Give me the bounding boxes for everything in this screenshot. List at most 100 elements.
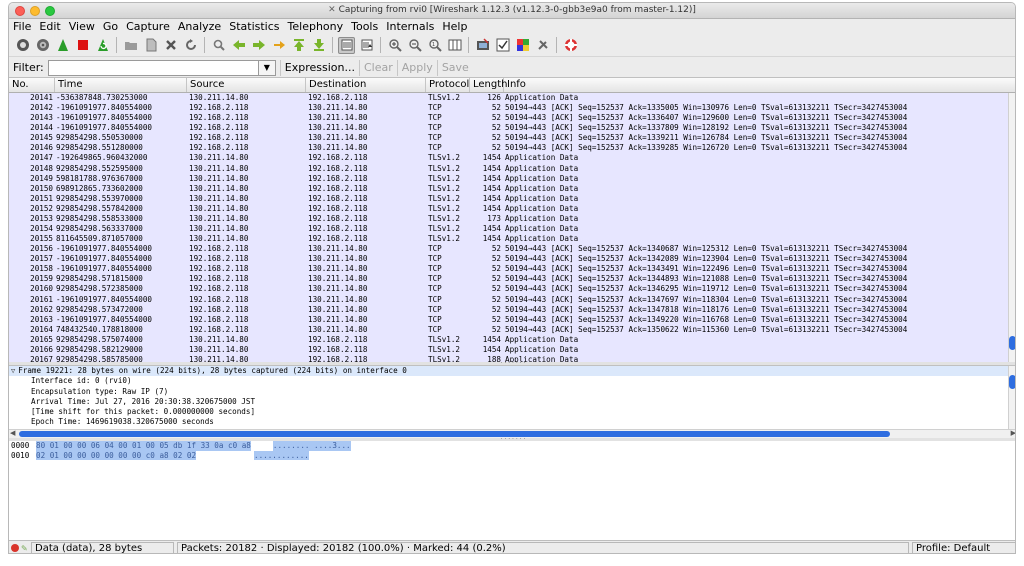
menu-internals[interactable]: Internals xyxy=(386,20,434,33)
go-to-packet-icon[interactable] xyxy=(270,37,287,54)
packet-row[interactable]: 20148 929854298.552595000 130.211.14.80 192… xyxy=(9,163,1015,174)
last-packet-icon[interactable] xyxy=(310,37,327,54)
menu-statistics[interactable]: Statistics xyxy=(229,20,279,33)
packet-row[interactable]: 20158 -1961091977.840554000 192.168.2.118 1… xyxy=(9,264,1015,275)
reload-icon[interactable] xyxy=(182,37,199,54)
menu-file[interactable]: File xyxy=(13,20,31,33)
column-header-time[interactable]: Time xyxy=(55,78,187,92)
frame-tree-item[interactable]: ▽ Frame 19221: 28 bytes on wire (224 bits… xyxy=(9,366,1015,377)
scroll-right-icon[interactable]: ▶ xyxy=(1011,429,1015,437)
menu-edit[interactable]: Edit xyxy=(39,20,60,33)
packet-row[interactable]: 20146 929854298.551280000 192.168.2.118 130… xyxy=(9,143,1015,154)
apply-button[interactable]: Apply xyxy=(396,59,437,76)
display-filters-icon[interactable] xyxy=(494,37,511,54)
detail-line[interactable]: Epoch Time: 1469619038.320675000 seconds xyxy=(9,417,1015,427)
packet-row[interactable]: 20161 -1961091977.840554000 192.168.2.118 1… xyxy=(9,294,1015,305)
menu-help[interactable]: Help xyxy=(442,20,467,33)
detail-line[interactable]: Encapsulation type: Raw IP (7) xyxy=(9,387,1015,397)
packet-row[interactable]: 20163 -1961091977.840554000 192.168.2.118 1… xyxy=(9,314,1015,325)
start-capture-icon[interactable] xyxy=(54,37,71,54)
detail-line[interactable]: Arrival Time: Jul 27, 2016 20:30:38.3206… xyxy=(9,397,1015,407)
find-icon[interactable] xyxy=(210,37,227,54)
packet-row[interactable]: 20164 748432540.178818000 192.168.2.118 130… xyxy=(9,324,1015,335)
status-profile[interactable]: Profile: Default xyxy=(912,541,1015,553)
column-header-length[interactable]: Length xyxy=(470,78,508,92)
restart-capture-icon[interactable] xyxy=(94,37,111,54)
bytes-hex[interactable]: 80 01 00 00 06 04 00 01 00 05 db 1f 33 0… xyxy=(36,441,251,451)
packet-list-scrollbar[interactable] xyxy=(1008,93,1015,363)
menu-view[interactable]: View xyxy=(69,20,95,33)
zoom-in-icon[interactable] xyxy=(386,37,403,54)
cell-destination: 130.211.14.80 xyxy=(308,274,368,284)
stop-capture-icon[interactable] xyxy=(74,37,91,54)
first-packet-icon[interactable] xyxy=(290,37,307,54)
clear-button[interactable]: Clear xyxy=(358,59,397,76)
packet-row[interactable]: 20155 811645509.871057000 130.211.14.80 192… xyxy=(9,234,1015,245)
expanded-triangle-icon[interactable]: ▽ xyxy=(11,366,15,376)
normal-size-icon[interactable]: 1 xyxy=(426,37,443,54)
column-header-no[interactable]: No. xyxy=(9,78,55,92)
packet-row[interactable]: 20147 -192649865.960432000 130.211.14.80 19… xyxy=(9,153,1015,164)
interfaces-icon[interactable] xyxy=(14,37,31,54)
menu-telephony[interactable]: Telephony xyxy=(288,20,344,33)
detail-line[interactable]: Interface id: 0 (rvi0) xyxy=(9,376,1015,386)
packet-row[interactable]: 20154 929854298.563337000 130.211.14.80 192… xyxy=(9,224,1015,235)
cell-no: 20163 xyxy=(30,314,53,324)
resize-columns-icon[interactable] xyxy=(446,37,463,54)
scroll-left-icon[interactable]: ◀ xyxy=(10,429,15,437)
column-header-info[interactable]: Info xyxy=(504,78,1015,92)
forward-icon[interactable] xyxy=(250,37,267,54)
help-icon[interactable] xyxy=(562,37,579,54)
packet-row[interactable]: 20160 929854298.572385000 192.168.2.118 130… xyxy=(9,284,1015,295)
horizontal-scroll-thumb[interactable] xyxy=(19,431,890,437)
column-header-destination[interactable]: Destination xyxy=(306,78,426,92)
menu-tools[interactable]: Tools xyxy=(351,20,378,33)
packet-row[interactable]: 20156 -1961091977.840554000 192.168.2.118 1… xyxy=(9,244,1015,255)
cell-length: 1454 xyxy=(482,153,501,163)
menu-capture[interactable]: Capture xyxy=(126,20,170,33)
packet-row[interactable]: 20144 -1961091977.840554000 192.168.2.118 1… xyxy=(9,123,1015,134)
packet-row[interactable]: 20157 -1961091977.840554000 192.168.2.118 1… xyxy=(9,254,1015,265)
back-icon[interactable] xyxy=(230,37,247,54)
packet-list-scroll-thumb[interactable] xyxy=(1009,336,1015,350)
packet-row[interactable]: 20165 929854298.575074000 130.211.14.80 192… xyxy=(9,334,1015,345)
autoscroll-icon[interactable] xyxy=(358,37,375,54)
column-header-source[interactable]: Source xyxy=(187,78,306,92)
filter-history-dropdown[interactable]: ▼ xyxy=(258,59,276,76)
filter-input[interactable] xyxy=(47,59,259,76)
menu-go[interactable]: Go xyxy=(103,20,118,33)
details-scroll-thumb[interactable] xyxy=(1009,375,1015,389)
packet-row[interactable]: 20150 698912865.733602000 130.211.14.80 192… xyxy=(9,183,1015,194)
colorize-icon[interactable] xyxy=(338,36,355,54)
packet-row[interactable]: 20149 598181788.976367000 130.211.14.80 192… xyxy=(9,173,1015,184)
close-file-icon[interactable] xyxy=(162,37,179,54)
save-button[interactable]: Save xyxy=(436,59,473,76)
bytes-hex[interactable]: 02 01 00 00 00 00 00 00 c0 a8 02 02 xyxy=(36,450,197,460)
packet-row[interactable]: 20152 929854298.557842000 130.211.14.80 192… xyxy=(9,203,1015,214)
open-file-icon[interactable] xyxy=(122,37,139,54)
coloring-rules-icon[interactable] xyxy=(514,37,531,54)
zoom-out-icon[interactable] xyxy=(406,37,423,54)
options-icon[interactable] xyxy=(34,37,51,54)
expression-button[interactable]: Expression... xyxy=(279,59,359,76)
packet-row[interactable]: 20159 929854298.571815000 192.168.2.118 130… xyxy=(9,274,1015,285)
packet-row[interactable]: 20142 -1961091977.840554000 192.168.2.118 1… xyxy=(9,103,1015,114)
bytes-ascii[interactable]: ........ ....3... xyxy=(272,441,351,451)
details-scrollbar[interactable] xyxy=(1008,366,1015,429)
packet-row[interactable]: 20145 929854298.550530000 192.168.2.118 130… xyxy=(9,133,1015,144)
column-header-protocol[interactable]: Protocol xyxy=(426,78,470,92)
detail-line[interactable]: [Time shift for this packet: 0.000000000… xyxy=(9,407,1015,417)
packet-row[interactable]: 20153 929854298.558533000 130.211.14.80 192… xyxy=(9,213,1015,225)
menu-analyze[interactable]: Analyze xyxy=(178,20,221,33)
save-file-icon[interactable] xyxy=(142,37,159,54)
packet-row[interactable]: 20166 929854298.582129000 130.211.14.80 192… xyxy=(9,344,1015,356)
packet-row[interactable]: 20162 929854298.573472000 192.168.2.118 130… xyxy=(9,304,1015,315)
expert-info-icon[interactable]: ✎ xyxy=(21,544,28,553)
packet-row[interactable]: 20143 -1961091977.840554000 192.168.2.118 1… xyxy=(9,113,1015,124)
capture-filters-icon[interactable] xyxy=(474,37,491,54)
packet-row[interactable]: 20151 929854298.553970000 130.211.14.80 192… xyxy=(9,193,1015,204)
bytes-ascii[interactable]: ............ xyxy=(254,450,309,460)
capture-status-icon[interactable] xyxy=(11,544,19,552)
packet-row[interactable]: 20141 -536387848.730253000 130.211.14.80 19… xyxy=(9,93,1015,104)
preferences-icon[interactable] xyxy=(534,37,551,54)
